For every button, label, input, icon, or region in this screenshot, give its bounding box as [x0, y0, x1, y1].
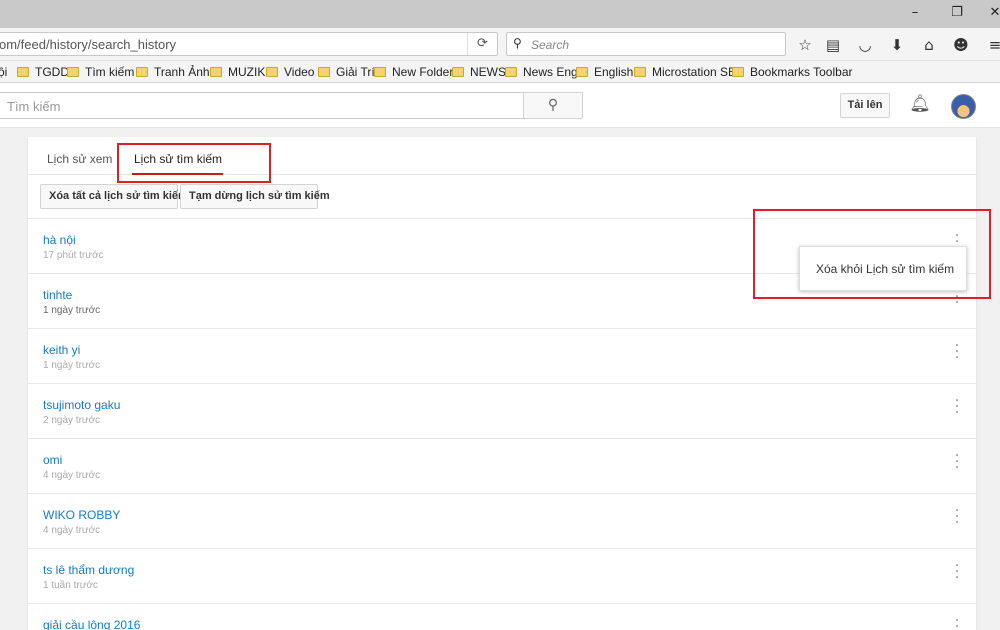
clear-all-button[interactable]: Xóa tất cả lịch sử tìm kiếm [40, 184, 188, 209]
browser-navbar: om/feed/history/search_history ⟳ ⚲ Searc… [0, 28, 1000, 61]
history-row: tsujimoto gaku 2 ngày trước · · · [28, 384, 976, 439]
more-options-icon[interactable]: ··· [954, 394, 960, 420]
bookmark-item[interactable]: Video [266, 65, 314, 79]
history-row: WIKO ROBBY 4 ngày trước · · · [28, 494, 976, 549]
history-time: 1 ngày trước [43, 305, 101, 316]
bookmark-item[interactable]: Bookmarks Toolbar [732, 65, 853, 79]
history-time: 17 phút trước [43, 250, 104, 261]
folder-icon [452, 67, 464, 77]
history-row: omi 4 ngày trước · · · [28, 439, 976, 494]
history-query[interactable]: ts lê thẩm dương [43, 563, 134, 577]
history-query[interactable]: keith yi [43, 343, 80, 357]
search-engine-icon[interactable]: ⚲ [513, 36, 522, 50]
bookmark-item[interactable]: TGDD [17, 65, 69, 79]
history-query[interactable]: hà nội [43, 233, 76, 247]
bell-icon[interactable]: 🔔︎ [909, 94, 931, 118]
tab-watch-history[interactable]: Lịch sử xem [47, 152, 112, 166]
download-icon[interactable]: ⬇ [886, 34, 908, 56]
site-header: Tìm kiếm ⚲ Tải lên 🔔︎ [0, 83, 1000, 128]
bookmark-item[interactable]: News Eng [505, 65, 578, 79]
menu-icon[interactable]: ≡ [984, 34, 1000, 56]
reload-icon[interactable]: ⟳ [467, 33, 497, 55]
folder-icon [136, 67, 148, 77]
highlight-box-menu [753, 209, 991, 299]
pause-history-button[interactable]: Tạm dừng lịch sử tìm kiếm [180, 184, 330, 209]
folder-icon [318, 67, 330, 77]
search-icon: ⚲ [547, 97, 559, 113]
history-query[interactable]: giải cầu lông 2016 [43, 618, 140, 630]
folder-icon [67, 67, 79, 77]
history-row: ts lê thẩm dương 1 tuần trước · · · [28, 549, 976, 604]
folder-icon [374, 67, 386, 77]
upload-button[interactable]: Tải lên [840, 93, 890, 118]
history-query[interactable]: tinhte [43, 288, 72, 302]
bookmark-item[interactable]: Giải Trí [318, 65, 375, 79]
bookmark-item[interactable]: Microstation SE [634, 65, 736, 79]
history-time: 1 ngày trước [43, 360, 101, 371]
folder-icon [17, 67, 29, 77]
bookmark-item[interactable]: Tranh Ảnh [136, 65, 210, 79]
history-row: giải cầu lông 2016 ··· [28, 604, 976, 630]
bookmark-item[interactable]: English [576, 65, 633, 79]
more-options-icon[interactable]: ··· [954, 339, 960, 365]
more-options-icon[interactable]: ··· [954, 504, 960, 530]
avatar[interactable] [951, 94, 976, 119]
pocket-icon[interactable]: ◡ [854, 34, 876, 56]
star-icon[interactable]: ☆ [794, 34, 816, 56]
history-time: 2 ngày trước [43, 415, 101, 426]
bookmark-item[interactable]: Tìm kiếm [67, 65, 134, 79]
restore-button[interactable]: ❐ [946, 4, 968, 22]
history-row: keith yi 1 ngày trước · · · [28, 329, 976, 384]
search-button[interactable]: ⚲ [523, 92, 583, 119]
browser-search-placeholder: Search [531, 38, 570, 52]
bookmarks-toolbar: ội TGDD Tìm kiếm Tranh Ảnh MUZIK Video G… [0, 61, 1000, 83]
folder-icon [576, 67, 588, 77]
bookmark-item[interactable]: MUZIK [210, 65, 265, 79]
history-time: 4 ngày trước [43, 470, 101, 481]
history-query[interactable]: WIKO ROBBY [43, 508, 120, 522]
folder-icon [634, 67, 646, 77]
folder-icon [505, 67, 517, 77]
more-options-icon[interactable]: ··· [954, 559, 960, 585]
site-search-input[interactable]: Tìm kiếm [0, 92, 524, 119]
chat-icon[interactable]: ☻ [950, 34, 972, 56]
folder-icon [266, 67, 278, 77]
reading-list-icon[interactable]: ▤ [822, 34, 844, 56]
more-options-icon[interactable]: ··· [954, 614, 960, 630]
minimize-button[interactable]: – [904, 4, 926, 22]
folder-icon [210, 67, 222, 77]
bookmark-item[interactable]: NEWS [452, 65, 506, 79]
more-options-icon[interactable]: ··· [954, 449, 960, 475]
close-button[interactable]: ✕ [984, 4, 1000, 22]
address-text[interactable]: om/feed/history/search_history [0, 37, 176, 52]
browser-search-bar[interactable]: ⚲ Search [506, 32, 786, 56]
window-titlebar: – ❐ ✕ [0, 0, 1000, 28]
history-query[interactable]: tsujimoto gaku [43, 398, 120, 412]
history-query[interactable]: omi [43, 453, 62, 467]
history-tabs: Lịch sử xem Lịch sử tìm kiếm [28, 137, 976, 183]
history-time: 4 ngày trước [43, 525, 101, 536]
bookmark-item[interactable]: ội [0, 65, 7, 79]
history-time: 1 tuần trước [43, 580, 98, 591]
home-icon[interactable]: ⌂ [918, 34, 940, 56]
site-search-placeholder: Tìm kiếm [7, 99, 61, 114]
folder-icon [732, 67, 744, 77]
address-bar[interactable]: om/feed/history/search_history ⟳ [0, 32, 498, 56]
bookmark-item[interactable]: New Folder [374, 65, 453, 79]
